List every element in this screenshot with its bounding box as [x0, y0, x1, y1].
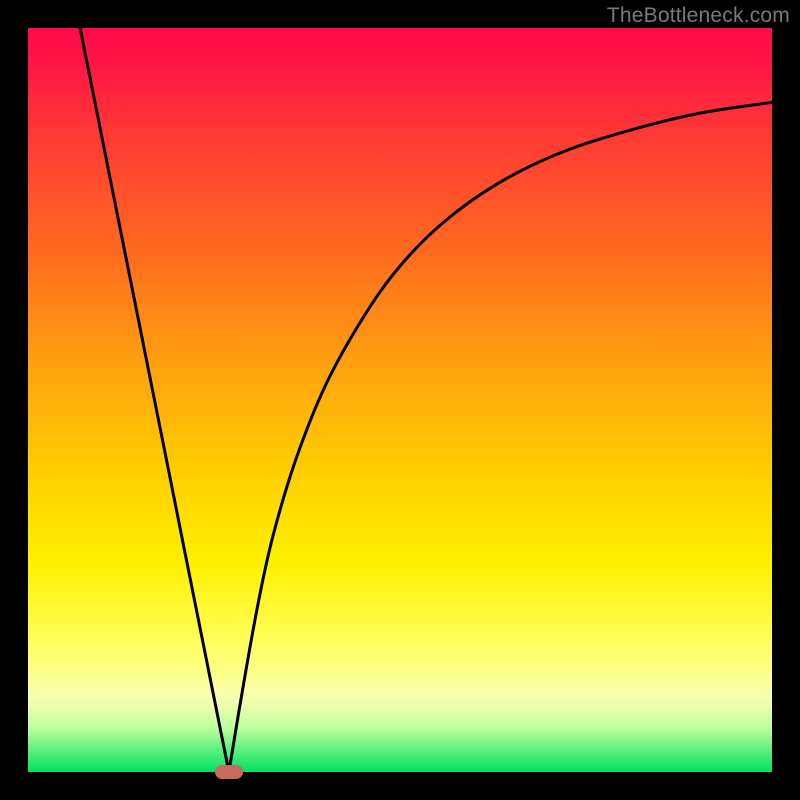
curve-svg: [28, 28, 772, 772]
curve-path: [80, 28, 772, 772]
plot-area: [28, 28, 772, 772]
watermark-text: TheBottleneck.com: [607, 4, 790, 28]
optimum-marker: [215, 765, 243, 779]
chart-frame: TheBottleneck.com: [0, 0, 800, 800]
